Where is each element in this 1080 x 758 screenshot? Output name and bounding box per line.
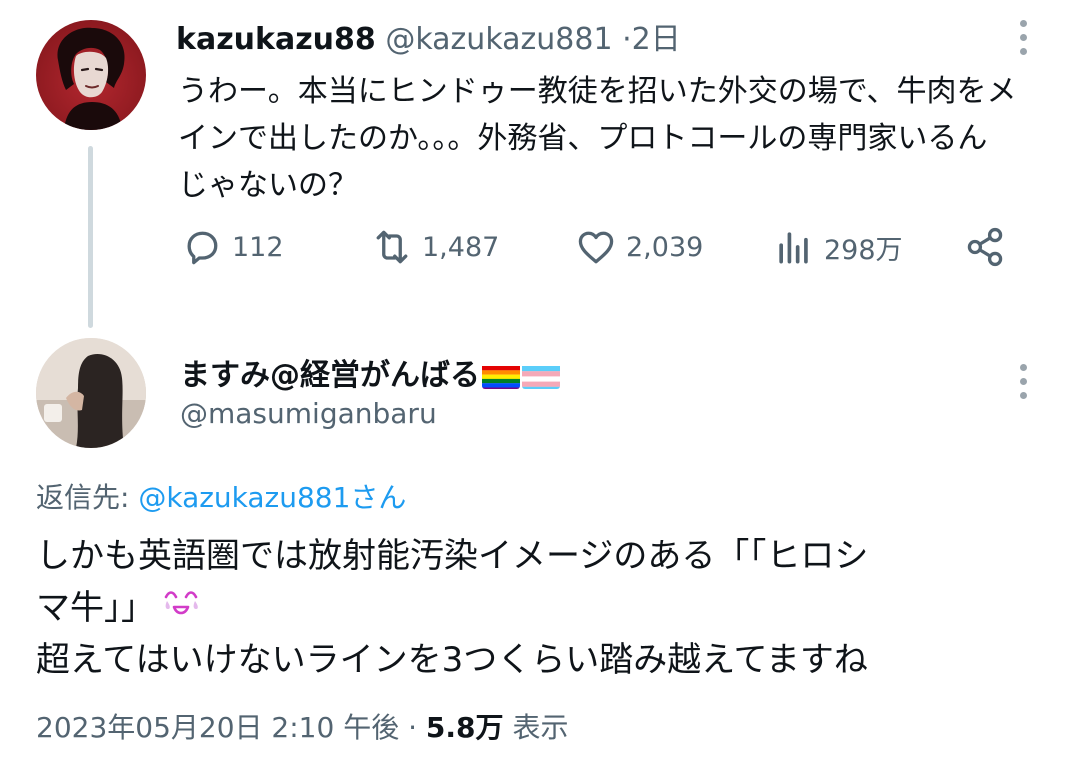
- retweet-icon: [376, 230, 408, 264]
- parent-more-icon[interactable]: [1012, 18, 1036, 58]
- parent-separator: ·: [622, 22, 632, 57]
- like-button[interactable]: 2,039: [574, 222, 703, 272]
- parent-header: kazukazu88 @kazukazu881 ·2日: [176, 20, 681, 60]
- reply-display-name-row[interactable]: ますみ@経営がんばる: [180, 356, 560, 396]
- replying-to: 返信先: @kazukazu881さん: [36, 478, 406, 518]
- parent-action-bar: 112 1,487 2,039 298万: [180, 222, 1040, 272]
- reply-tweet-text: しかも英語圏では放射能汚染イメージのある「「ヒロシ マ牛」」 超えてはいけないラ…: [36, 530, 1046, 686]
- transgender-flag-icon: [522, 363, 560, 389]
- replying-to-label: 返信先:: [36, 481, 130, 514]
- rainbow-flag-icon: [482, 363, 520, 389]
- views-count: 298万: [824, 234, 903, 266]
- thread-connector-line: [88, 146, 93, 328]
- reply-view-count: 5.8万: [425, 711, 504, 744]
- parent-avatar[interactable]: [36, 20, 146, 130]
- reply-more-icon[interactable]: [1012, 362, 1036, 402]
- parent-text-line: インで出したのか。。。外務省、プロトコールの専門家いるん: [178, 121, 988, 156]
- reply-timestamp[interactable]: 2023年05月20日 2:10 午後: [36, 711, 399, 744]
- parent-text-line: うわー。本当にヒンドゥー教徒を招いた外交の場で、牛肉をメ: [178, 74, 1017, 109]
- reply-meta-separator: ·: [408, 711, 418, 744]
- parent-time[interactable]: 2日: [632, 22, 681, 57]
- reply-icon: [187, 231, 218, 265]
- replying-to-user-link[interactable]: @kazukazu881さん: [138, 481, 406, 514]
- parent-display-name[interactable]: kazukazu88: [176, 22, 376, 57]
- reply-avatar[interactable]: [36, 338, 146, 448]
- parent-tweet-text: うわー。本当にヒンドゥー教徒を招いた外交の場で、牛肉をメ インで出したのか。。。…: [178, 68, 1050, 209]
- reply-text-line: 超えてはいけないラインを3つくらい踏み越えてますね: [36, 640, 868, 680]
- reply-display-name[interactable]: ますみ@経営がんばる: [180, 356, 480, 396]
- retweet-count: 1,487: [422, 231, 500, 263]
- parent-text-line: じゃないの？: [178, 168, 358, 203]
- reply-text-line: しかも英語圏では放射能汚染イメージのある「「ヒロシ: [36, 536, 869, 576]
- share-icon: [967, 227, 1003, 267]
- reply-text-line-with-emoji: マ牛」」: [36, 582, 1046, 634]
- reply-metadata: 2023年05月20日 2:10 午後 · 5.8万 表示: [36, 708, 568, 748]
- heart-icon: [578, 231, 614, 264]
- retweet-button[interactable]: 1,487: [370, 222, 499, 272]
- reply-count: 112: [232, 231, 284, 263]
- reply-button[interactable]: 112: [180, 222, 284, 272]
- reply-text-line: マ牛」」: [36, 588, 155, 628]
- crying-smiling-face-icon: [161, 585, 201, 625]
- reply-handle[interactable]: @masumiganbaru: [180, 396, 437, 432]
- reply-view-label: 表示: [512, 711, 569, 744]
- parent-handle[interactable]: @kazukazu881: [385, 22, 612, 57]
- views-icon: [779, 232, 808, 264]
- share-button[interactable]: [963, 222, 1015, 272]
- views-button[interactable]: 298万: [772, 222, 903, 272]
- like-count: 2,039: [626, 231, 704, 263]
